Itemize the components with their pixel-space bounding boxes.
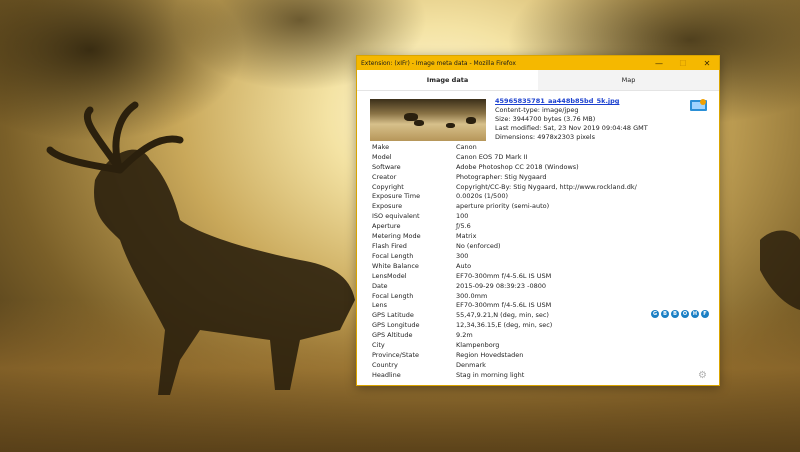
- content-type: Content-type: image/jpeg: [495, 106, 579, 114]
- meta-key: LensModel: [372, 271, 407, 280]
- title-bar[interactable]: Extension: (xIFr) - Image meta data - Mo…: [357, 56, 719, 70]
- minimize-button[interactable]: —: [647, 56, 671, 70]
- map-link-icons: GBBOHF: [651, 310, 709, 318]
- table-row: Lens EF70-300mm f/4-5.6L IS USM: [357, 301, 721, 311]
- meta-value: Canon EOS 7D Mark II: [456, 152, 528, 161]
- table-row: City Klampenborg: [357, 340, 721, 350]
- file-name-link[interactable]: 45965835781_aa448b85bd_5k.jpg: [495, 97, 619, 105]
- meta-value: Stag in morning light: [456, 370, 525, 379]
- meta-value: Copyright/CC-By: Stig Nygaard, http://ww…: [456, 182, 637, 191]
- table-row: Exposure Time 0.0020s (1/500): [357, 192, 721, 202]
- meta-key: Focal Length: [372, 291, 414, 300]
- meta-value: 300: [456, 251, 469, 260]
- table-row: Model Canon EOS 7D Mark II: [357, 152, 721, 162]
- meta-value: 9.2m: [456, 331, 473, 340]
- map-service-icon[interactable]: F: [701, 310, 709, 318]
- table-row: Flash Fired No (enforced): [357, 241, 721, 251]
- meta-key: Date: [372, 281, 388, 290]
- meta-value: ƒ/5.6: [456, 222, 471, 231]
- last-modified: Last modified: Sat, 23 Nov 2019 09:04:48…: [495, 124, 648, 132]
- table-row: Province/State Region Hovedstaden: [357, 350, 721, 360]
- meta-key: Exposure Time: [372, 192, 421, 201]
- meta-value: 12,34,36.15,E (deg, min, sec): [456, 321, 553, 330]
- meta-value: Auto: [456, 261, 472, 270]
- meta-value: EF70-300mm f/4-5.6L IS USM: [456, 301, 552, 310]
- table-row: Copyright Copyright/CC-By: Stig Nygaard, …: [357, 182, 721, 192]
- meta-key: Lens: [372, 301, 388, 310]
- meta-key: Metering Mode: [372, 232, 421, 241]
- meta-value: aperture priority (semi-auto): [456, 202, 550, 211]
- tab-image-data[interactable]: Image data: [357, 70, 538, 90]
- meta-value: 2015-09-29 08:39:23 -0800: [456, 281, 546, 290]
- table-row: Creator Photographer: Stig Nygaard: [357, 172, 721, 182]
- meta-value: Photographer: Stig Nygaard: [456, 172, 547, 181]
- gear-icon[interactable]: ⚙: [698, 370, 707, 381]
- file-summary: 45965835781_aa448b85bd_5k.jpg Content-ty…: [357, 91, 719, 143]
- map-service-icon[interactable]: H: [691, 310, 699, 318]
- map-service-icon[interactable]: O: [681, 310, 689, 318]
- metadata-table: Make Canon Model Canon EOS 7D Mark II Softwa…: [357, 142, 721, 380]
- table-row: White Balance Auto: [357, 261, 721, 271]
- table-row: Headline Stag in morning light: [357, 370, 721, 380]
- firefox-extension-window: Extension: (xIFr) - Image meta data - Mo…: [356, 55, 720, 386]
- meta-value: Matrix: [456, 232, 477, 241]
- meta-key: ISO equivalent: [372, 212, 420, 221]
- meta-key: White Balance: [372, 261, 419, 270]
- table-row: Make Canon: [357, 142, 721, 152]
- meta-value: Klampenborg: [456, 341, 500, 350]
- meta-value: EF70-300mm f/4-5.6L IS USM: [456, 271, 552, 280]
- meta-value: Denmark: [456, 360, 486, 369]
- table-row: Date 2015-09-29 08:39:23 -0800: [357, 281, 721, 291]
- meta-value: 0.0020s (1/500): [456, 192, 508, 201]
- table-row: Aperture ƒ/5.6: [357, 221, 721, 231]
- meta-value: 300.0mm: [456, 291, 488, 300]
- file-size: Size: 3944700 bytes (3.76 MB): [495, 115, 596, 123]
- meta-value: Canon: [456, 142, 477, 151]
- dimensions: Dimensions: 4978x2303 pixels: [495, 133, 595, 141]
- table-row: Country Denmark: [357, 360, 721, 370]
- image-thumbnail[interactable]: [370, 99, 486, 141]
- blog-icon[interactable]: [690, 99, 707, 111]
- meta-value: Adobe Photoshop CC 2018 (Windows): [456, 162, 579, 171]
- meta-key: Country: [372, 360, 398, 369]
- table-row: Focal Length 300.0mm: [357, 291, 721, 301]
- meta-key: Headline: [372, 370, 401, 379]
- map-service-icon[interactable]: B: [661, 310, 669, 318]
- table-row: GPS Longitude 12,34,36.15,E (deg, min, se…: [357, 320, 721, 330]
- table-row: Focal Length 300: [357, 251, 721, 261]
- file-info: 45965835781_aa448b85bd_5k.jpg Content-ty…: [495, 97, 648, 142]
- meta-key: GPS Altitude: [372, 331, 413, 340]
- table-row: Software Adobe Photoshop CC 2018 (Windows…: [357, 162, 721, 172]
- tab-map[interactable]: Map: [538, 70, 719, 90]
- maximize-button[interactable]: ☐: [671, 56, 695, 70]
- map-service-icon[interactable]: G: [651, 310, 659, 318]
- meta-key: Aperture: [372, 222, 401, 231]
- meta-key: Model: [372, 152, 392, 161]
- table-row: Metering Mode Matrix: [357, 231, 721, 241]
- meta-key: Copyright: [372, 182, 404, 191]
- close-button[interactable]: ✕: [695, 56, 719, 70]
- meta-key: Creator: [372, 172, 397, 181]
- table-row: Exposure aperture priority (semi-auto): [357, 201, 721, 211]
- meta-key: Software: [372, 162, 401, 171]
- table-row: LensModel EF70-300mm f/4-5.6L IS USM: [357, 271, 721, 281]
- meta-key: Exposure: [372, 202, 403, 211]
- table-row: GPS Altitude 9.2m: [357, 330, 721, 340]
- tab-bar: Image data Map: [357, 70, 719, 91]
- meta-key: GPS Latitude: [372, 311, 414, 320]
- window-controls: — ☐ ✕: [647, 56, 719, 70]
- meta-key: Make: [372, 142, 390, 151]
- meta-key: GPS Longitude: [372, 321, 420, 330]
- window-title: Extension: (xIFr) - Image meta data - Mo…: [361, 59, 516, 67]
- map-service-icon[interactable]: B: [671, 310, 679, 318]
- meta-value: No (enforced): [456, 242, 501, 251]
- meta-value: 100: [456, 212, 469, 221]
- meta-value: Region Hovedstaden: [456, 350, 524, 359]
- meta-key: Flash Fired: [372, 242, 407, 251]
- meta-key: Province/State: [372, 350, 420, 359]
- meta-key: Focal Length: [372, 251, 414, 260]
- table-row: ISO equivalent 100: [357, 211, 721, 221]
- meta-key: City: [372, 341, 385, 350]
